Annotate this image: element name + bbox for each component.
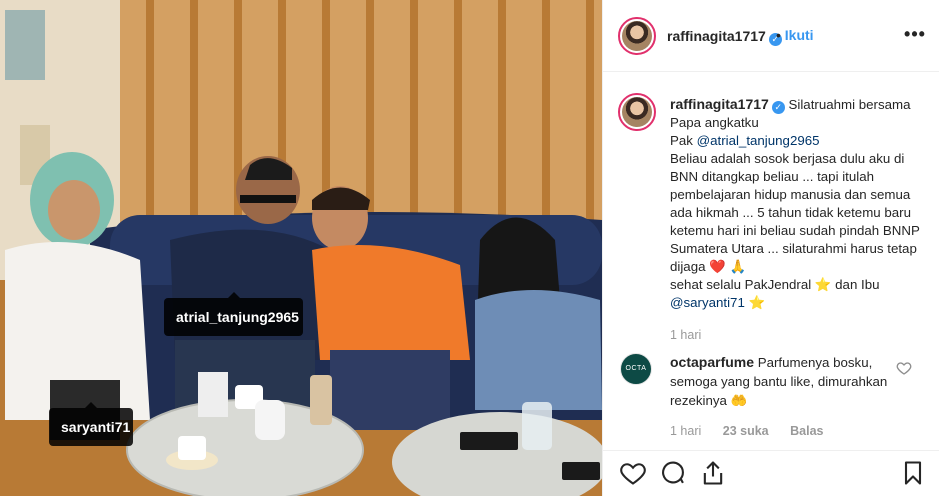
caption-area: raffinagita1717 ✓ Silatruahmi bersama Pap… <box>603 72 939 450</box>
photo-tag-saryanti[interactable]: saryanti71 <box>49 402 133 446</box>
more-options-icon[interactable]: ••• <box>903 22 927 46</box>
pray-emoji: 🙏 <box>729 259 747 274</box>
verified-icon: ✓ <box>771 101 785 114</box>
comment-like-icon[interactable] <box>896 360 912 376</box>
caption-text: raffinagita1717 ✓ Silatruahmi bersama Pap… <box>670 95 922 312</box>
caption-body2: sehat selalu PakJendral <box>670 277 812 292</box>
post-header: raffinagita1717 ✓ • Ikuti ••• <box>603 0 939 72</box>
comment-emoji: 🤲 <box>730 393 748 408</box>
caption-time[interactable]: 1 hari <box>670 328 701 342</box>
caption-line2-prefix: Pak <box>670 133 697 148</box>
follow-label[interactable]: Ikuti <box>785 27 814 43</box>
comment-icon[interactable] <box>659 459 687 487</box>
mention-atrial[interactable]: @atrial_tanjung2965 <box>697 133 820 148</box>
comment-text: octaparfume Parfumenya bosku, semoga yan… <box>670 353 895 410</box>
bookmark-icon[interactable] <box>899 459 927 487</box>
photo-tag-atrial[interactable]: atrial_tanjung2965 <box>164 292 303 336</box>
commenter-avatar[interactable]: OCTA <box>620 353 652 385</box>
caption-avatar[interactable] <box>618 93 656 131</box>
caption-body3: dan Ibu <box>835 277 880 292</box>
author-username[interactable]: raffinagita1717 ✓ <box>667 28 782 46</box>
heart-emoji: ❤️ <box>709 259 726 274</box>
post-photo[interactable]: atrial_tanjung2965 saryanti71 <box>0 0 602 496</box>
star-emoji: ⭐ <box>814 277 832 292</box>
star-emoji-2: ⭐ <box>748 295 766 310</box>
author-avatar[interactable] <box>618 17 656 55</box>
post-actions <box>603 450 939 496</box>
heart-icon[interactable] <box>619 459 647 487</box>
reply-button[interactable]: Balas <box>790 424 823 438</box>
share-icon[interactable] <box>699 459 727 487</box>
comment-time[interactable]: 1 hari <box>670 424 701 438</box>
caption-body: Beliau adalah sosok berjasa dulu aku di … <box>670 151 920 274</box>
commenter-username[interactable]: octaparfume <box>670 354 754 370</box>
separator-dot: • <box>776 27 781 43</box>
comment-meta: 1 hari 23 suka Balas <box>670 424 841 438</box>
mention-saryanti[interactable]: @saryanti71 <box>670 295 745 310</box>
follow-button[interactable]: • Ikuti <box>776 27 814 43</box>
caption-username[interactable]: raffinagita1717 <box>670 96 769 112</box>
comment-likes[interactable]: 23 suka <box>723 424 769 438</box>
post-side-panel: raffinagita1717 ✓ • Ikuti ••• raffinagita… <box>602 0 939 496</box>
author-username-text[interactable]: raffinagita1717 <box>667 28 766 44</box>
comment-item: OCTA octaparfume Parfumenya bosku, semog… <box>603 352 939 442</box>
